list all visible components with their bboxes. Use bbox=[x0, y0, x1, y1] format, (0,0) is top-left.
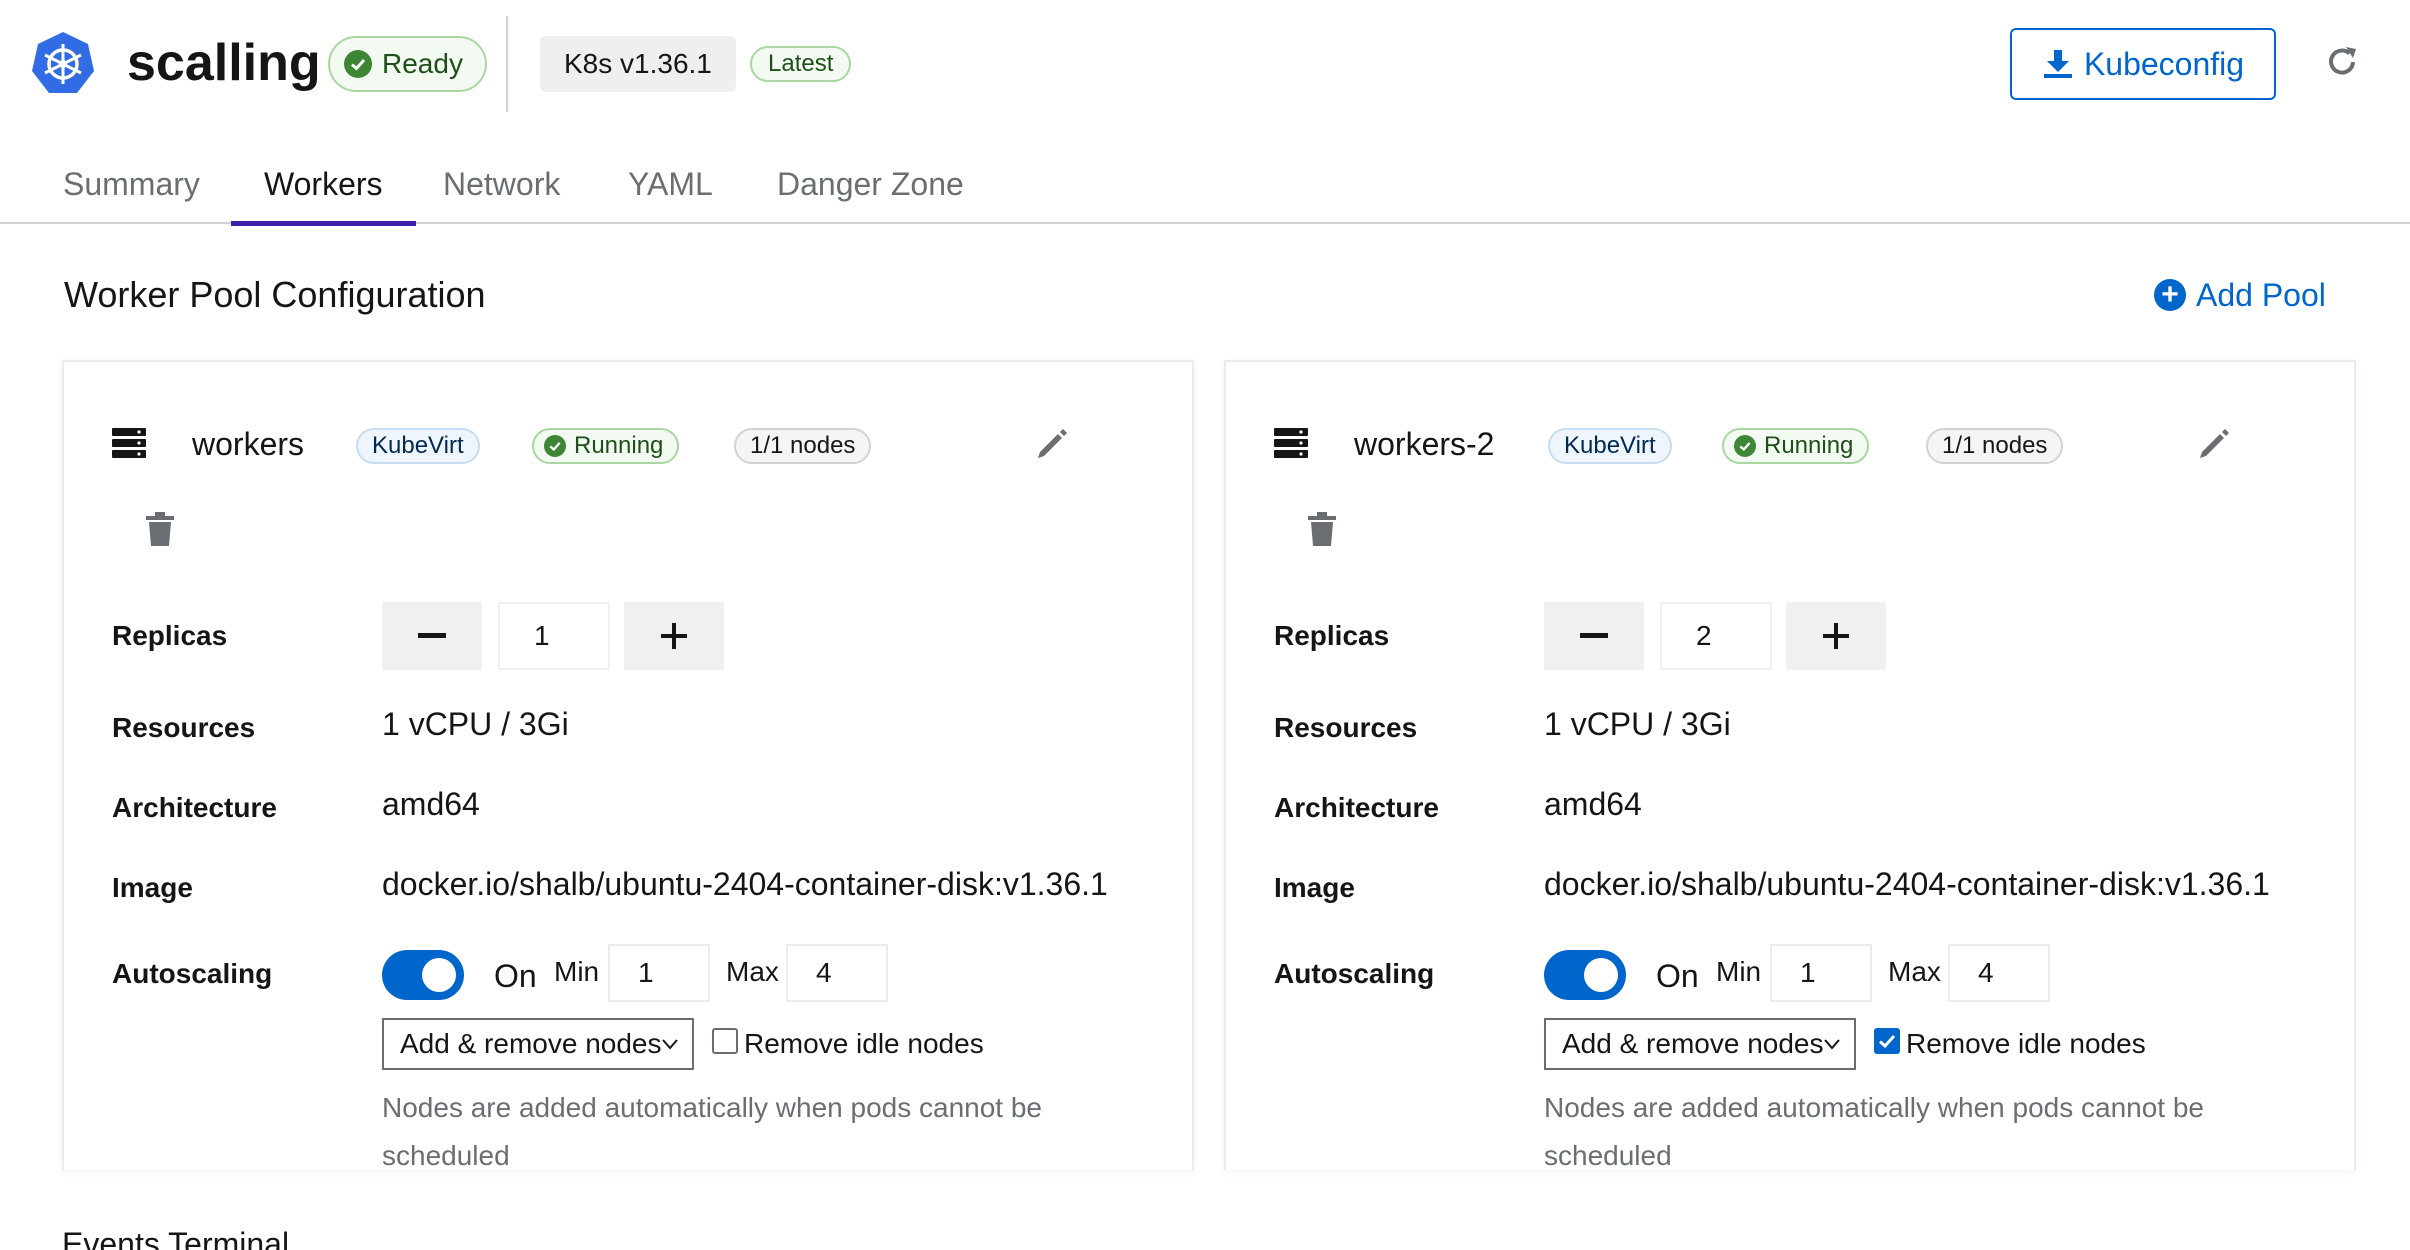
provider-badge: KubeVirt bbox=[1548, 428, 1672, 464]
k8s-version-chip: K8s v1.36.1 bbox=[540, 36, 736, 92]
minus-icon bbox=[418, 633, 446, 638]
tab-network[interactable]: Network bbox=[410, 148, 593, 224]
server-icon bbox=[112, 428, 146, 458]
tab-yaml[interactable]: YAML bbox=[595, 148, 746, 224]
plus-icon bbox=[1823, 623, 1849, 649]
min-label: Min bbox=[1716, 956, 1762, 987]
pencil-icon[interactable] bbox=[2194, 424, 2234, 464]
autoscaling-state-label: On bbox=[1656, 958, 1699, 994]
replicas-label: Replicas bbox=[1274, 620, 1390, 651]
max-input[interactable]: 4 bbox=[786, 944, 888, 1002]
min-label: Min bbox=[554, 956, 600, 987]
plus-icon bbox=[661, 623, 687, 649]
kubeconfig-button[interactable]: Kubeconfig bbox=[2010, 28, 2276, 100]
worker-pool-card: workers-2 KubeVirt Running 1/1 nodes Rep… bbox=[1224, 360, 2356, 1171]
running-badge: Running bbox=[1722, 428, 1870, 464]
max-input[interactable]: 4 bbox=[1948, 944, 2050, 1002]
scaling-mode-value: Add & remove nodes bbox=[400, 1028, 662, 1059]
scaling-mode-select[interactable]: Add & remove nodes bbox=[382, 1018, 694, 1070]
max-label: Max bbox=[1888, 956, 1941, 987]
status-badge: Ready bbox=[328, 36, 487, 92]
autoscaling-help-text: Nodes are added automatically when pods … bbox=[382, 1092, 1042, 1171]
resources-value: 1 vCPU / 3Gi bbox=[382, 706, 569, 742]
check-circle-icon bbox=[1734, 435, 1756, 457]
worker-pool-card: workers KubeVirt Running 1/1 nodes Repli… bbox=[62, 360, 1194, 1171]
trash-icon[interactable] bbox=[1306, 512, 1338, 548]
check-circle-icon bbox=[344, 50, 372, 78]
replicas-input[interactable]: 2 bbox=[1660, 602, 1772, 670]
resources-label: Resources bbox=[112, 712, 256, 743]
image-label: Image bbox=[112, 872, 193, 903]
replicas-increment-button[interactable] bbox=[624, 602, 724, 670]
scaling-mode-select[interactable]: Add & remove nodes bbox=[1544, 1018, 1856, 1070]
kubernetes-logo-icon bbox=[32, 32, 94, 93]
latest-badge: Latest bbox=[750, 46, 852, 82]
remove-idle-label: Remove idle nodes bbox=[1906, 1028, 2146, 1059]
chevron-down-icon bbox=[1824, 1039, 1840, 1050]
replicas-decrement-button[interactable] bbox=[1544, 602, 1644, 670]
server-icon bbox=[1274, 428, 1308, 458]
scaling-mode-value: Add & remove nodes bbox=[1562, 1028, 1824, 1059]
architecture-value: amd64 bbox=[1544, 786, 1642, 822]
minus-icon bbox=[1580, 633, 1608, 638]
kubeconfig-label: Kubeconfig bbox=[2083, 45, 2245, 82]
bottom-tabs-partial[interactable]: Events Terminal bbox=[62, 1226, 289, 1250]
min-input[interactable]: 1 bbox=[1770, 944, 1872, 1002]
pool-name: workers-2 bbox=[1354, 426, 1495, 462]
add-pool-button[interactable]: + Add Pool bbox=[2154, 270, 2326, 320]
cluster-header: scalling Ready K8s v1.36.1 Latest Kubeco… bbox=[0, 0, 2410, 130]
remove-idle-label: Remove idle nodes bbox=[744, 1028, 984, 1059]
tab-summary[interactable]: Summary bbox=[30, 148, 233, 224]
image-value: docker.io/shalb/ubuntu-2404-container-di… bbox=[1544, 866, 2270, 902]
resources-value: 1 vCPU / 3Gi bbox=[1544, 706, 1731, 742]
replicas-increment-button[interactable] bbox=[1786, 602, 1886, 670]
replicas-input[interactable]: 1 bbox=[498, 602, 610, 670]
autoscaling-label: Autoscaling bbox=[112, 958, 273, 989]
max-label: Max bbox=[726, 956, 779, 987]
cluster-title: scalling bbox=[127, 34, 321, 92]
provider-badge: KubeVirt bbox=[356, 428, 480, 464]
download-icon bbox=[2043, 50, 2072, 78]
refresh-button[interactable] bbox=[2320, 40, 2364, 84]
image-value: docker.io/shalb/ubuntu-2404-container-di… bbox=[382, 866, 1108, 902]
remove-idle-checkbox[interactable] bbox=[712, 1028, 738, 1054]
nodes-badge: 1/1 nodes bbox=[734, 428, 872, 464]
add-pool-label: Add Pool bbox=[2196, 277, 2326, 313]
architecture-value: amd64 bbox=[382, 786, 480, 822]
replicas-label: Replicas bbox=[112, 620, 228, 651]
running-label: Running bbox=[1764, 432, 1854, 459]
min-input[interactable]: 1 bbox=[608, 944, 710, 1002]
autoscaling-state-label: On bbox=[494, 958, 537, 994]
resources-label: Resources bbox=[1274, 712, 1418, 743]
autoscaling-toggle[interactable] bbox=[382, 950, 464, 1000]
running-label: Running bbox=[574, 432, 664, 459]
autoscaling-label: Autoscaling bbox=[1274, 958, 1435, 989]
autoscaling-help-text: Nodes are added automatically when pods … bbox=[1544, 1092, 2204, 1171]
replicas-decrement-button[interactable] bbox=[382, 602, 482, 670]
running-badge: Running bbox=[532, 428, 680, 464]
architecture-label: Architecture bbox=[1274, 792, 1439, 823]
chevron-down-icon bbox=[662, 1039, 678, 1050]
status-label: Ready bbox=[382, 48, 463, 79]
image-label: Image bbox=[1274, 872, 1355, 903]
refresh-icon bbox=[2329, 47, 2356, 75]
tab-danger-zone[interactable]: Danger Zone bbox=[744, 148, 997, 224]
checkmark-icon bbox=[1878, 1034, 1896, 1049]
nodes-badge: 1/1 nodes bbox=[1926, 428, 2064, 464]
remove-idle-checkbox[interactable] bbox=[1874, 1028, 1900, 1054]
architecture-label: Architecture bbox=[112, 792, 277, 823]
pool-name: workers bbox=[192, 426, 305, 462]
tab-bar: Summary Workers Network YAML Danger Zone bbox=[0, 148, 2410, 226]
trash-icon[interactable] bbox=[144, 512, 176, 548]
header-divider bbox=[506, 16, 508, 112]
autoscaling-toggle[interactable] bbox=[1544, 950, 1626, 1000]
pencil-icon[interactable] bbox=[1032, 424, 1072, 464]
tab-workers[interactable]: Workers bbox=[231, 148, 416, 226]
section-title: Worker Pool Configuration bbox=[64, 274, 486, 315]
plus-circle-icon: + bbox=[2154, 279, 2186, 311]
check-circle-icon bbox=[544, 435, 566, 457]
